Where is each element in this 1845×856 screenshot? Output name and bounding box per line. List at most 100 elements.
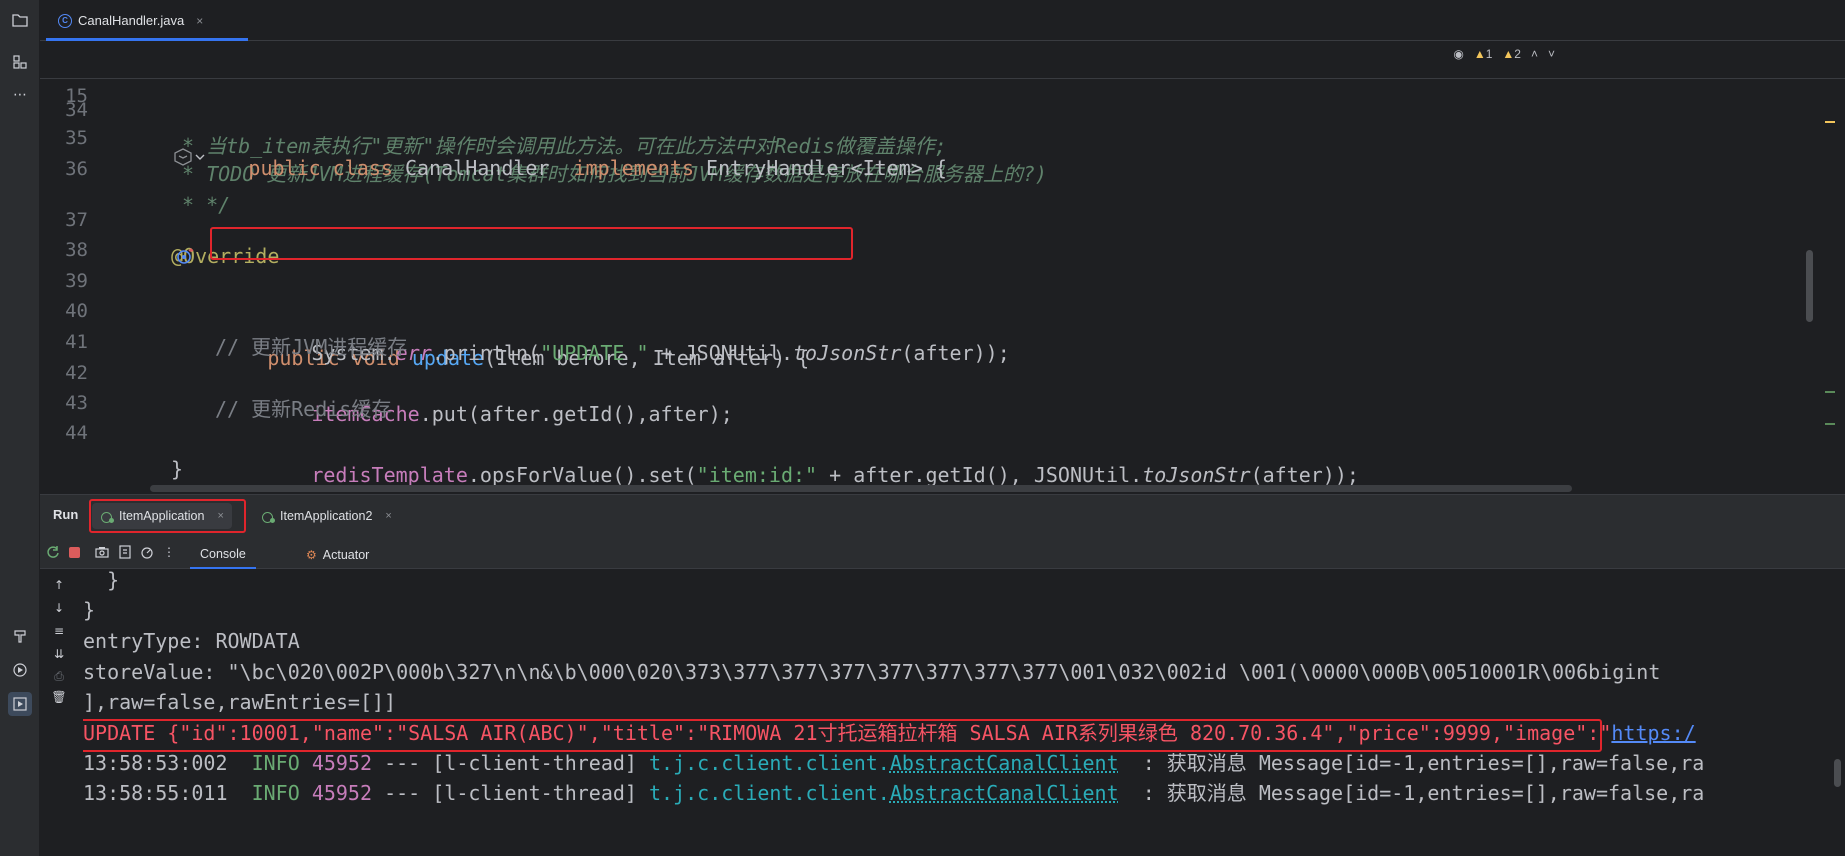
run-tool-window: Run ItemApplication × ItemApplication2 ×… [40, 494, 1845, 856]
run-icon[interactable] [8, 692, 32, 716]
more-icon[interactable]: ⋯ [8, 83, 32, 107]
console-line: storeValue: "\bc\020\002P\000b\327\n\n&\… [83, 660, 1661, 684]
profile-icon[interactable] [139, 544, 155, 560]
sticky-header[interactable]: 15 public class CanalHandler implements … [40, 41, 1845, 180]
run-tab-label: ItemApplication2 [280, 509, 373, 523]
log-separator: --- [384, 751, 421, 775]
code-line: 44 } [40, 379, 1845, 481]
chevron-up-icon[interactable]: ˄ [1531, 47, 1538, 61]
tab-canal-handler[interactable]: C CanalHandler.java × [46, 0, 248, 41]
console-error-line: UPDATE {"id":10001,"name":"SALSA AIR(ABC… [83, 718, 1696, 748]
tab-console[interactable]: Console [190, 541, 256, 569]
close-icon[interactable]: × [217, 510, 223, 522]
dump-icon[interactable] [117, 544, 133, 560]
implementation-icon[interactable] [80, 205, 194, 264]
tab-label: CanalHandler.java [78, 13, 185, 28]
warning-marker[interactable] [1825, 121, 1835, 123]
console-scrollbar[interactable] [1834, 759, 1841, 787]
log-class-link[interactable]: AbstractCanalClient [890, 751, 1119, 775]
more-options-icon[interactable]: ⋮ [161, 544, 177, 560]
class-icon: C [58, 13, 72, 28]
structure-icon[interactable] [8, 50, 32, 74]
tab-actuator[interactable]: ⚙ Actuator [296, 541, 379, 569]
code-text: + after.getId(), JSONUtil. [817, 463, 1143, 487]
scroll-end-icon[interactable]: ⇊ [51, 646, 67, 662]
close-icon[interactable]: × [385, 510, 391, 522]
run-tab-label: ItemApplication [119, 509, 205, 523]
sub-tab-label: Console [200, 547, 246, 561]
keyword: implements [573, 156, 694, 180]
run-toolbar: ⋮ Console ⚙ Actuator [40, 535, 1845, 569]
spring-app-icon [100, 509, 114, 523]
log-class-link[interactable]: AbstractCanalClient [890, 781, 1119, 805]
actuator-icon: ⚙ [306, 548, 317, 562]
log-level: INFO [251, 781, 300, 805]
log-message: : 获取消息 Message[id=-1,entries=[],raw=fals… [1118, 751, 1705, 775]
inspection-widget[interactable]: ◉ ▲1 ▲2 ˄ ˅ [1453, 47, 1555, 61]
error-stripe[interactable] [1825, 41, 1845, 494]
eye-off-icon[interactable]: ◉ [1453, 47, 1463, 61]
error-text: UPDATE {"id":10001,"name":"SALSA AIR(ABC… [83, 721, 1612, 745]
code-editor: C CanalHandler.java × ◉ ▲1 ▲2 ˄ ˅ 15 pub… [40, 0, 1845, 494]
log-separator: --- [384, 781, 421, 805]
arrow-down-icon[interactable]: ↓ [51, 600, 67, 616]
editor-horizontal-scrollbar[interactable] [150, 485, 1572, 492]
line-number: 15 [65, 85, 88, 107]
code-area[interactable]: 15 public class CanalHandler implements … [40, 41, 1845, 494]
close-icon[interactable]: × [196, 14, 203, 28]
stop-icon[interactable] [66, 544, 82, 560]
log-pid: 45952 [311, 781, 373, 805]
code-text: EntryHandler<Item> { [706, 156, 947, 180]
console-side-toolbar: ↑ ↓ ≡ ⇊ ⎙ 🗑 [40, 569, 78, 856]
class-name: CanalHandler [404, 156, 550, 180]
folder-icon[interactable] [8, 8, 32, 32]
warning-count[interactable]: ▲1 [1474, 47, 1493, 61]
chevron-down-icon[interactable]: ˅ [1548, 47, 1555, 61]
sub-tab-label: Actuator [322, 548, 370, 562]
arrow-up-icon[interactable]: ↑ [51, 577, 67, 593]
log-line: 13:58:53:002 INFO 45952 --- [l-client-th… [83, 748, 1704, 778]
console-line: } [83, 598, 96, 622]
screenshot-icon[interactable] [94, 544, 110, 560]
tool-window-strip: ⋯ [0, 0, 40, 856]
log-line: 13:58:55:011 INFO 45952 --- [l-client-th… [83, 778, 1704, 808]
soft-wrap-icon[interactable]: ≡ [51, 623, 67, 639]
log-time: 13:58:53:002 [83, 751, 228, 775]
keyword: class [332, 156, 393, 180]
field-name: redisTemplate [311, 463, 468, 487]
log-thread: [l-client-thread] [432, 751, 637, 775]
services-icon[interactable] [8, 658, 32, 682]
line-number: 44 [65, 422, 88, 444]
string-literal: "item:id:" [696, 463, 818, 487]
keyword: public [248, 156, 321, 180]
log-package: t.j.c.client.client. [649, 751, 890, 775]
log-pid: 45952 [311, 751, 373, 775]
console-line: ],raw=false,rawEntries=[]] [83, 690, 397, 714]
weak-warning-count[interactable]: ▲2 [1502, 47, 1521, 61]
print-icon[interactable]: ⎙ [51, 668, 67, 684]
editor-vertical-scrollbar[interactable] [1806, 250, 1813, 322]
change-marker[interactable] [1825, 423, 1835, 425]
static-method: toJsonStr [1142, 463, 1251, 487]
run-header: Run ItemApplication × ItemApplication2 × [40, 495, 1845, 535]
log-time: 13:58:55:011 [83, 781, 228, 805]
log-level: INFO [251, 751, 300, 775]
spring-app-icon [261, 509, 275, 523]
console-line: entryType: ROWDATA [83, 629, 300, 653]
editor-tab-bar: C CanalHandler.java × [40, 0, 1845, 41]
rerun-icon[interactable] [45, 544, 61, 560]
code-text: } [171, 457, 184, 481]
log-thread: [l-client-thread] [432, 781, 637, 805]
console-line: } [83, 569, 120, 592]
change-marker[interactable] [1825, 391, 1835, 393]
tab-item-application2[interactable]: ItemApplication2 × [253, 503, 400, 529]
run-title: Run [53, 507, 79, 522]
build-icon[interactable] [8, 624, 32, 648]
console-output[interactable]: } } entryType: ROWDATA storeValue: "\bc\… [83, 569, 1845, 856]
tab-item-application[interactable]: ItemApplication × [92, 503, 232, 529]
log-package: t.j.c.client.client. [649, 781, 890, 805]
console-link[interactable]: https:/ [1611, 721, 1695, 745]
log-message: : 获取消息 Message[id=-1,entries=[],raw=fals… [1118, 781, 1705, 805]
code-text: .opsForValue().set( [467, 463, 697, 487]
trash-icon[interactable]: 🗑 [51, 689, 67, 705]
